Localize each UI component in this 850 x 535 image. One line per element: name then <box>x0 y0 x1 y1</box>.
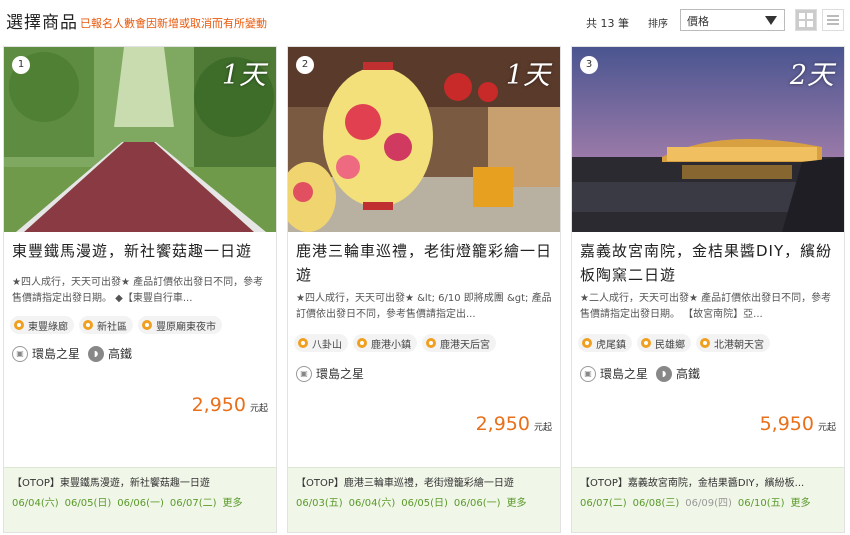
otop-title[interactable]: 【OTOP】鹿港三輪車巡禮，老街燈籠彩繪一日遊 <box>296 474 554 489</box>
price: 5,950 元起 <box>760 413 836 435</box>
price-unit: 元起 <box>249 404 268 414</box>
location-tag[interactable]: 鹿港天后宮 <box>422 334 496 352</box>
chevron-down-icon <box>765 16 777 25</box>
price-amount: 2,950 <box>191 394 246 416</box>
date-link[interactable]: 06/04(六) <box>349 494 396 509</box>
departure-panel: 【OTOP】嘉義故宮南院，金桔果醬DIY，繽紛板... 06/07(二) 06/… <box>572 467 844 532</box>
trip-days: 1天 <box>505 60 550 91</box>
product-card[interactable]: 3 2天 嘉義故宮南院，金桔果醬DIY，繽紛板陶窯二日遊 ★二人成行，天天可出發… <box>571 46 845 533</box>
trip-days: 2天 <box>789 60 834 91</box>
product-name[interactable]: 東豐鐵馬漫遊，新社饗菇趣一日遊 <box>12 239 270 263</box>
location-tag[interactable]: 新社區 <box>79 316 133 334</box>
product-image[interactable]: 1 1天 <box>4 47 276 232</box>
train-icon: ▣ <box>296 365 312 382</box>
location-pin-icon <box>641 338 651 348</box>
product-image[interactable]: 2 1天 <box>288 47 560 232</box>
departure-panel: 【OTOP】東豐鐵馬漫遊，新社饗菇趣一日遊 06/04(六) 06/05(日) … <box>4 467 276 532</box>
tag-list: 八卦山 鹿港小鎮 鹿港天后宮 <box>294 334 496 352</box>
otop-title[interactable]: 【OTOP】東豐鐵馬漫遊，新社饗菇趣一日遊 <box>12 474 270 489</box>
list-view-button[interactable] <box>822 9 844 31</box>
product-card[interactable]: 2 1天 鹿港三輪車巡禮，老街燈籠彩繪一日遊 ★四人成行，天天可出發★ &lt;… <box>287 46 561 533</box>
date-link[interactable]: 06/07(二) <box>170 494 217 509</box>
location-pin-icon <box>426 338 436 348</box>
price-unit: 元起 <box>533 423 552 433</box>
grid-icon <box>799 13 813 27</box>
product-name[interactable]: 鹿港三輪車巡禮，老街燈籠彩繪一日遊 <box>296 239 554 287</box>
date-link[interactable]: 06/08(三) <box>633 494 680 509</box>
tag-list: 東豐綠廊 新社區 豐原廟東夜市 <box>10 316 222 334</box>
sort-select[interactable]: 價格 <box>680 9 785 31</box>
product-desc: ★四人成行，天天可出發★ 產品訂價依出發日不同，參考售價請指定出發日期。 ◆【東… <box>12 277 264 304</box>
location-tag[interactable]: 八卦山 <box>294 334 348 352</box>
location-pin-icon <box>83 320 93 330</box>
transport-list: ▣ 環島之星 ◗ 高鐵 <box>12 345 140 362</box>
list-icon <box>827 13 839 27</box>
grid-view-button[interactable] <box>795 9 817 31</box>
date-link[interactable]: 06/04(六) <box>12 494 59 509</box>
location-tag[interactable]: 民雄鄉 <box>637 334 691 352</box>
high-speed-rail-icon: ◗ <box>88 345 105 362</box>
price-unit: 元起 <box>817 423 836 433</box>
more-link[interactable]: 更多 <box>507 494 527 509</box>
date-link[interactable]: 06/03(五) <box>296 494 343 509</box>
date-list: 06/04(六) 06/05(日) 06/06(一) 06/07(二) 更多 <box>12 494 243 509</box>
more-link[interactable]: 更多 <box>223 494 243 509</box>
date-link[interactable]: 06/10(五) <box>738 494 785 509</box>
date-link-unavailable: 06/09(四) <box>685 498 732 509</box>
location-tag[interactable]: 東豐綠廊 <box>10 316 74 334</box>
location-pin-icon <box>582 338 592 348</box>
transport-list: ▣ 環島之星 ◗ 高鐵 <box>580 365 708 382</box>
date-link[interactable]: 06/06(一) <box>117 494 164 509</box>
participant-notice: 已報名人數會因新增或取消而有所變動 <box>80 17 267 30</box>
transport-list: ▣ 環島之星 <box>296 365 372 382</box>
train-icon: ▣ <box>580 365 596 382</box>
card-index: 2 <box>296 56 314 74</box>
page-title: 選擇商品 <box>6 13 78 33</box>
product-card[interactable]: 1 1天 東豐鐵馬漫遊，新社饗菇趣一日遊 ★四人成行，天天可出發★ 產品訂價依出… <box>3 46 277 533</box>
card-index: 1 <box>12 56 30 74</box>
page-header: 選擇商品 已報名人數會因新增或取消而有所變動 共 13 筆 排序 價格 <box>0 0 850 44</box>
otop-title[interactable]: 【OTOP】嘉義故宮南院，金桔果醬DIY，繽紛板... <box>580 474 838 489</box>
location-pin-icon <box>298 338 308 348</box>
sort-label: 排序 <box>648 19 668 30</box>
departure-panel: 【OTOP】鹿港三輪車巡禮，老街燈籠彩繪一日遊 06/03(五) 06/04(六… <box>288 467 560 532</box>
price: 2,950 元起 <box>476 413 552 435</box>
date-link[interactable]: 06/07(二) <box>580 494 627 509</box>
date-link[interactable]: 06/05(日) <box>401 494 448 509</box>
location-tag[interactable]: 豐原廟東夜市 <box>138 316 222 334</box>
product-desc: ★二人成行，天天可出發★ 產品訂價依出發日不同，參考售價請指定出發日期。 【故宮… <box>580 293 832 320</box>
high-speed-rail-icon: ◗ <box>656 365 673 382</box>
price: 2,950 元起 <box>192 394 268 416</box>
location-pin-icon <box>357 338 367 348</box>
product-desc: ★四人成行，天天可出發★ &lt; 6/10 即將成團 &gt; 產品訂價依出發… <box>296 293 552 320</box>
product-image[interactable]: 3 2天 <box>572 47 844 232</box>
location-tag[interactable]: 北港朝天宮 <box>696 334 770 352</box>
card-index: 3 <box>580 56 598 74</box>
date-list: 06/07(二) 06/08(三) 06/09(四) 06/10(五) 更多 <box>580 494 811 509</box>
product-name[interactable]: 嘉義故宮南院，金桔果醬DIY，繽紛板陶窯二日遊 <box>580 239 838 287</box>
train-icon: ▣ <box>12 345 28 362</box>
sort-value: 價格 <box>687 15 709 28</box>
price-amount: 5,950 <box>759 413 814 435</box>
date-link[interactable]: 06/05(日) <box>65 494 112 509</box>
result-count: 共 13 筆 <box>586 17 629 30</box>
location-pin-icon <box>700 338 710 348</box>
location-pin-icon <box>14 320 24 330</box>
location-pin-icon <box>142 320 152 330</box>
tag-list: 虎尾鎮 民雄鄉 北港朝天宮 <box>578 334 770 352</box>
trip-days: 1天 <box>221 60 266 91</box>
more-link[interactable]: 更多 <box>791 494 811 509</box>
date-link[interactable]: 06/06(一) <box>454 494 501 509</box>
location-tag[interactable]: 虎尾鎮 <box>578 334 632 352</box>
price-amount: 2,950 <box>475 413 530 435</box>
date-list: 06/03(五) 06/04(六) 06/05(日) 06/06(一) 更多 <box>296 494 527 509</box>
location-tag[interactable]: 鹿港小鎮 <box>353 334 417 352</box>
